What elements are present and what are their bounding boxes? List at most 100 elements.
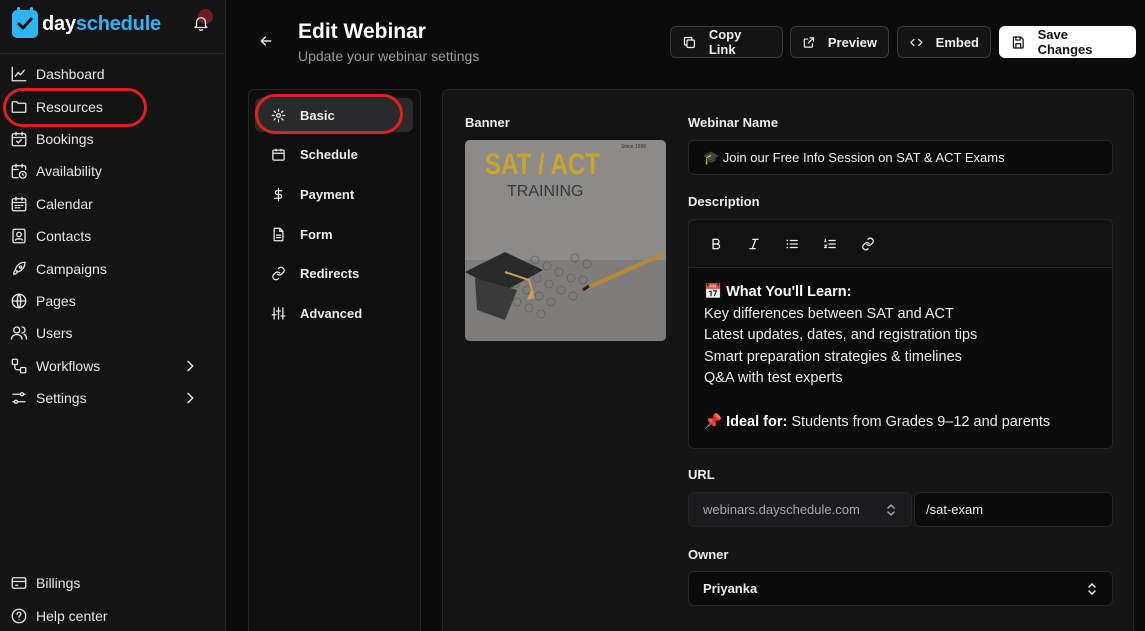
sidebar-item-calendar[interactable]: Calendar: [0, 188, 226, 220]
sidebar-item-label: Dashboard: [36, 66, 105, 83]
menu-item-form[interactable]: Form: [255, 217, 413, 251]
rocket-icon: [13, 261, 26, 275]
description-heading-line: 📅 What You'll Learn:: [704, 282, 1112, 304]
menu-item-schedule[interactable]: Schedule: [255, 137, 413, 171]
workflow-icon: [11, 358, 27, 374]
url-label: URL: [688, 467, 715, 482]
link-icon: [862, 237, 874, 250]
menu-item-label: Basic: [300, 107, 335, 123]
owner-select[interactable]: Priyanka: [688, 571, 1113, 606]
description-line: Key differences between SAT and ACT: [704, 305, 954, 322]
calendar-icon: [11, 196, 27, 212]
sidebar-item-label: Settings: [36, 390, 87, 407]
sidebar-item-label: Users: [36, 325, 73, 342]
sidebar-item-bookings[interactable]: Bookings: [0, 123, 226, 155]
menu-item-redirects[interactable]: Redirects: [255, 256, 413, 290]
sidebar-item-label: Contacts: [36, 228, 92, 245]
webinar-name-input[interactable]: 🎓 Join our Free Info Session on SAT & AC…: [688, 140, 1113, 175]
calendar-check-icon: [11, 131, 27, 147]
banner-label: Banner: [465, 115, 510, 130]
save-icon: [1012, 35, 1024, 49]
sidebar-item-label: Availability: [36, 163, 102, 180]
sidebar-item-billings[interactable]: Billings: [0, 566, 226, 599]
menu-item-label: Schedule: [300, 146, 358, 162]
sidebar-item-label: Billings: [36, 574, 81, 591]
logo-text-day: day: [42, 12, 76, 35]
chevron-up-down-icon: [887, 503, 895, 517]
bold-button[interactable]: [708, 236, 724, 252]
sidebar-item-label: Bookings: [36, 130, 94, 147]
menu-item-label: Form: [300, 226, 333, 242]
description-heading: What You'll Learn:: [726, 284, 852, 300]
link-button[interactable]: [860, 236, 876, 252]
logo[interactable]: dayschedule: [12, 7, 161, 38]
editor-toolbar: [689, 220, 1112, 268]
description-line: Smart preparation strategies & timelines: [704, 348, 962, 365]
calendar-clock-icon: [11, 163, 27, 180]
owner-label: Owner: [688, 547, 729, 562]
sidebar-item-label: Resources: [36, 98, 103, 115]
sidebar-item-availability[interactable]: Availability: [0, 155, 226, 187]
sidebar-item-resources[interactable]: Resources: [0, 90, 226, 122]
sidebar-item-workflows[interactable]: Workflows: [0, 350, 226, 382]
chart-line-icon: [11, 66, 27, 82]
sidebar-item-help-center[interactable]: Help center: [0, 599, 226, 631]
chevron-up-down-icon: [1088, 582, 1096, 596]
description-line: Latest updates, dates, and registration …: [704, 327, 978, 344]
bell-icon: [194, 17, 208, 32]
globe-icon: [11, 293, 27, 309]
sidebar-item-label: Pages: [36, 292, 76, 309]
embed-button[interactable]: Embed: [897, 26, 991, 58]
url-domain-select[interactable]: webinars.dayschedule.com: [688, 492, 912, 527]
italic-button[interactable]: [746, 236, 762, 252]
sidebar-item-contacts[interactable]: Contacts: [0, 220, 226, 252]
users-icon: [10, 326, 28, 340]
pin-emoji: 📌: [704, 413, 723, 430]
description-ideal-line: 📌 Ideal for: Students from Grades 9–12 a…: [704, 412, 1112, 434]
sidebar-item-label: Workflows: [36, 357, 101, 374]
editor-content[interactable]: 📅 What You'll Learn: Key differences bet…: [689, 268, 1112, 433]
sidebar-item-campaigns[interactable]: Campaigns: [0, 252, 226, 284]
sidebar-item-settings[interactable]: Settings: [0, 382, 226, 414]
logo-text-schedule: schedule: [75, 12, 161, 35]
bullet-list-icon: [786, 239, 798, 248]
preview-button[interactable]: Preview: [790, 26, 889, 58]
credit-card-icon: [11, 576, 27, 589]
banner-subheading: TRAINING: [507, 183, 583, 200]
back-arrow-icon[interactable]: [258, 33, 274, 49]
notification-bell-button[interactable]: [190, 9, 214, 34]
code-icon: [910, 38, 923, 46]
sidebar: dayschedule Dashboard Resources Bookings…: [0, 0, 226, 631]
calendar-icon: [272, 148, 285, 161]
numbered-list-button[interactable]: [822, 236, 838, 252]
url-slug-input[interactable]: /sat-exam: [914, 492, 1113, 527]
numbered-list-icon: [823, 238, 836, 248]
banner-heading: SAT / ACT: [485, 148, 600, 181]
sidebar-nav: Dashboard Resources Bookings Availabilit…: [0, 58, 226, 414]
description-editor[interactable]: 📅 What You'll Learn: Key differences bet…: [688, 219, 1113, 449]
menu-item-payment[interactable]: Payment: [255, 177, 413, 211]
banner-image[interactable]: SAT / ACT TRAINING Since 1998: [465, 140, 666, 341]
sidebar-item-dashboard[interactable]: Dashboard: [0, 58, 226, 90]
ideal-for-label: Ideal for:: [726, 413, 788, 430]
sidebar-item-users[interactable]: Users: [0, 317, 226, 349]
menu-item-basic[interactable]: Basic: [255, 98, 413, 132]
sidebar-item-pages[interactable]: Pages: [0, 285, 226, 317]
bold-icon: [712, 238, 721, 249]
contact-icon: [12, 228, 26, 244]
save-changes-label: Save Changes: [1037, 27, 1093, 57]
bullet-list-button[interactable]: [784, 236, 800, 252]
embed-label: Embed: [935, 34, 979, 50]
copy-link-button[interactable]: Copy Link: [670, 26, 783, 58]
chevron-right-icon: [187, 360, 194, 371]
preview-label: Preview: [827, 34, 877, 50]
calendar-check-logo-icon: [12, 7, 38, 38]
save-changes-button[interactable]: Save Changes: [999, 26, 1136, 58]
chevron-right-icon: [187, 392, 194, 404]
sidebar-item-label: Campaigns: [36, 260, 107, 277]
menu-item-advanced[interactable]: Advanced: [255, 296, 413, 330]
sidebar-bottom-nav: Billings Help center: [0, 566, 226, 631]
document-icon: [273, 227, 284, 241]
banner-tag: Since 1998: [621, 144, 646, 150]
